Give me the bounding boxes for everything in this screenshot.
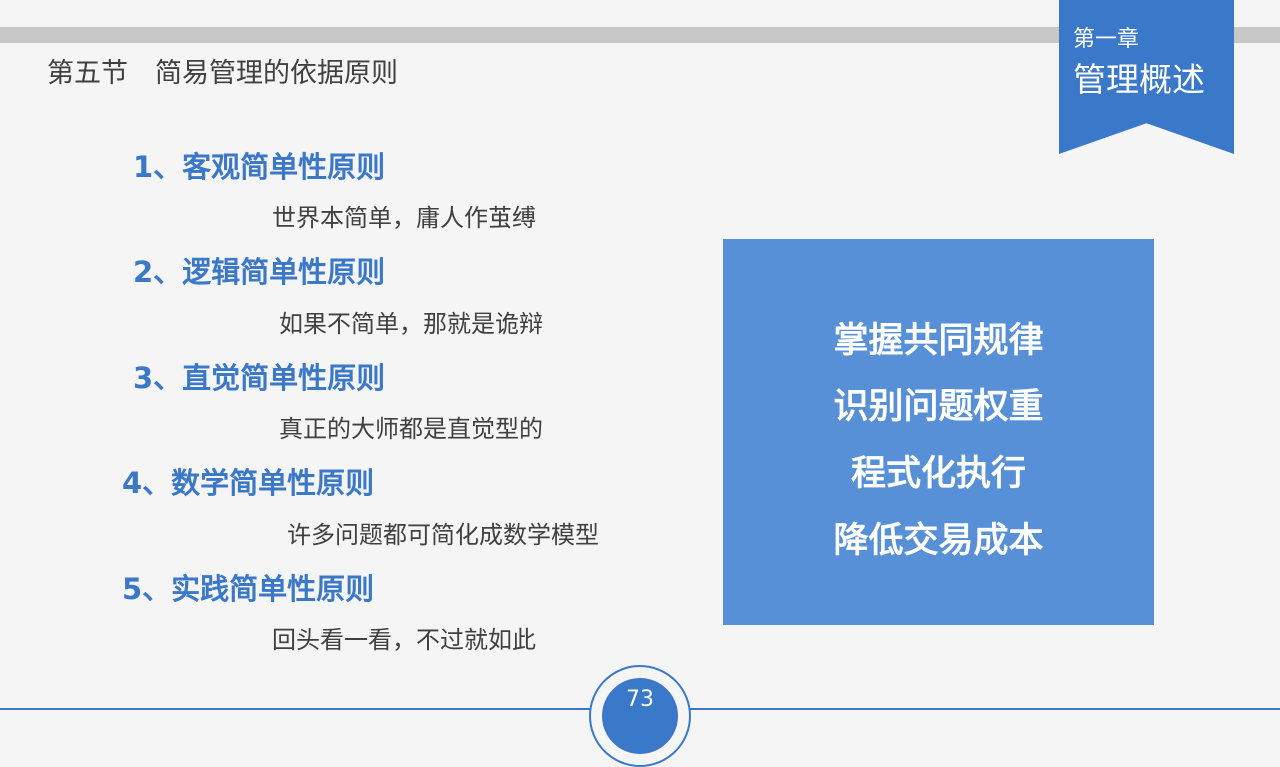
principles-list: 1、客观简单性原则 世界本简单，庸人作茧缚 2、逻辑简单性原则 如果不简单，那就… bbox=[0, 0, 700, 720]
principle-4-description: 许多问题都可简化成数学模型 bbox=[287, 521, 599, 549]
principle-2-heading: 2、逻辑简单性原则 bbox=[133, 255, 386, 289]
chapter-number: 第一章 bbox=[1073, 27, 1140, 52]
principle-2-description: 如果不简单，那就是诡辩 bbox=[279, 310, 543, 338]
principle-5-heading: 5、实践简单性原则 bbox=[122, 572, 375, 606]
principle-1-heading: 1、客观简单性原则 bbox=[133, 150, 386, 184]
principle-3-description: 真正的大师都是直觉型的 bbox=[279, 415, 543, 443]
key-point-4: 降低交易成本 bbox=[833, 521, 1044, 561]
key-points-box: 掌握共同规律 识别问题权重 程式化执行 降低交易成本 bbox=[723, 239, 1154, 625]
chapter-badge: 第一章 管理概述 bbox=[1059, 0, 1234, 154]
key-point-3: 程式化执行 bbox=[850, 454, 1026, 494]
principle-1-description: 世界本简单，庸人作茧缚 bbox=[272, 204, 536, 232]
key-point-1: 掌握共同规律 bbox=[833, 321, 1044, 361]
chapter-title: 管理概述 bbox=[1073, 60, 1205, 99]
principle-3-heading: 3、直觉简单性原则 bbox=[133, 361, 386, 395]
key-point-2: 识别问题权重 bbox=[833, 387, 1044, 427]
principle-5-description: 回头看一看，不过就如此 bbox=[272, 626, 536, 654]
page-number: 73 bbox=[626, 687, 654, 712]
principle-4-heading: 4、数学简单性原则 bbox=[122, 466, 375, 500]
